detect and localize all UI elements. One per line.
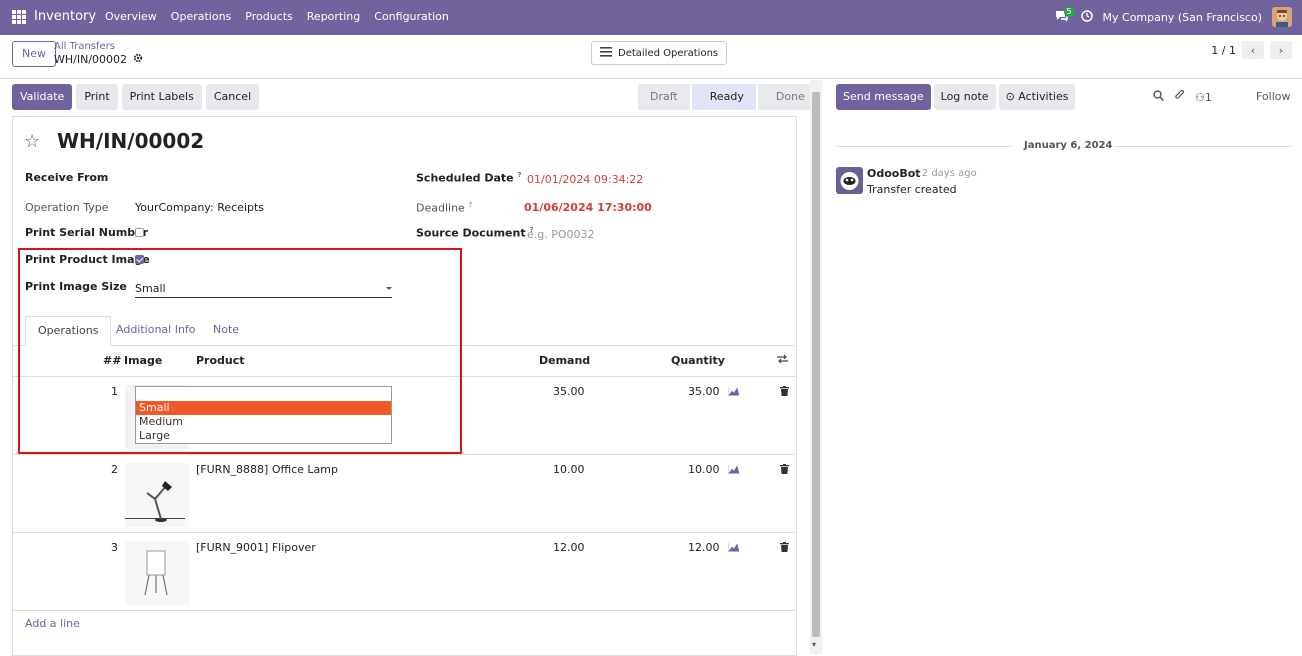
statusbar: Draft Ready Done xyxy=(638,84,819,110)
operation-type-value[interactable]: YourCompany: Receipts xyxy=(135,201,264,214)
status-draft[interactable]: Draft xyxy=(638,84,690,110)
top-navbar: Inventory Overview Operations Products R… xyxy=(0,0,1302,35)
row-quantity[interactable]: 12.00 xyxy=(688,541,720,554)
pager-previous-icon[interactable]: ‹ xyxy=(1242,41,1264,59)
forecast-chart-icon[interactable] xyxy=(727,386,740,399)
menu-configuration[interactable]: Configuration xyxy=(374,10,449,23)
message-author[interactable]: OdooBot xyxy=(867,167,921,180)
chat-badge: 5 xyxy=(1063,7,1075,17)
follow-button[interactable]: Follow xyxy=(1256,90,1291,103)
form-scrollbar[interactable]: ▾ xyxy=(810,80,822,654)
highlight-box xyxy=(18,248,462,454)
source-document-input[interactable]: e.g. PO0032 xyxy=(527,228,595,241)
row-number: 2 xyxy=(111,463,118,476)
clock-icon: ⊙ xyxy=(1005,90,1015,103)
trash-icon[interactable] xyxy=(780,464,789,477)
table-row[interactable]: 2 [FURN_8888] Office Lamp 10.00 10.00 xyxy=(12,455,797,533)
new-button[interactable]: New xyxy=(12,41,56,67)
pager-value[interactable]: 1 / 1 xyxy=(1211,44,1236,57)
breadcrumb-current: WH/IN/00002 xyxy=(54,53,128,66)
record-title: WH/IN/00002 xyxy=(57,129,205,153)
menu-operations[interactable]: Operations xyxy=(171,10,231,23)
menu-reporting[interactable]: Reporting xyxy=(307,10,360,23)
company-switcher[interactable]: My Company (San Francisco) xyxy=(1103,11,1262,24)
trash-icon[interactable] xyxy=(780,386,789,399)
scroll-down-icon[interactable]: ▾ xyxy=(812,640,816,649)
validate-button[interactable]: Validate xyxy=(12,84,73,110)
row-product[interactable]: [FURN_9001] Flipover xyxy=(196,541,316,554)
row-quantity[interactable]: 10.00 xyxy=(688,463,720,476)
status-done[interactable]: Done xyxy=(757,84,817,110)
forecast-chart-icon[interactable] xyxy=(727,542,740,555)
cancel-button[interactable]: Cancel xyxy=(205,84,260,110)
forecast-chart-icon[interactable] xyxy=(727,464,740,477)
trash-icon[interactable] xyxy=(780,542,789,555)
chat-icon[interactable]: 5 xyxy=(1055,7,1075,24)
send-message-button[interactable]: Send message xyxy=(836,84,931,110)
list-icon xyxy=(600,46,612,60)
paperclip-icon[interactable] xyxy=(1174,90,1185,104)
row-product[interactable]: [FURN_8888] Office Lamp xyxy=(196,463,338,476)
message-time: - 2 days ago xyxy=(915,168,977,179)
product-image xyxy=(125,541,189,605)
row-demand: 12.00 xyxy=(553,541,585,554)
menu-overview[interactable]: Overview xyxy=(105,10,157,23)
print-labels-button[interactable]: Print Labels xyxy=(121,84,202,110)
col-quantity[interactable]: Quantity xyxy=(671,354,725,367)
row-demand: 10.00 xyxy=(553,463,585,476)
date-separator: January 6, 2024 xyxy=(836,140,1292,152)
message-body: Transfer created xyxy=(867,183,957,196)
odoobot-avatar[interactable] xyxy=(836,167,863,194)
apps-grid-icon[interactable] xyxy=(12,10,26,24)
print-serial-label: Print Serial Number xyxy=(25,226,149,239)
gear-icon[interactable] xyxy=(133,53,143,66)
deadline-value: 01/06/2024 17:30:00 xyxy=(524,201,652,214)
date-separator-label: January 6, 2024 xyxy=(1024,140,1113,151)
pager-next-icon[interactable]: › xyxy=(1270,41,1292,59)
user-avatar[interactable] xyxy=(1272,7,1292,27)
scheduled-date-value[interactable]: 01/01/2024 09:34:22 xyxy=(527,173,643,186)
source-document-label: Source Document ? xyxy=(416,226,534,240)
product-image xyxy=(125,463,189,527)
followers-button[interactable]: ⚇1 xyxy=(1195,91,1212,104)
user-icon: ⚇ xyxy=(1195,90,1205,104)
help-icon: ? xyxy=(517,171,522,179)
column-settings-icon[interactable] xyxy=(777,354,788,367)
row-number: 3 xyxy=(111,541,118,554)
print-serial-checkbox[interactable] xyxy=(135,228,144,237)
detailed-operations-button[interactable]: Detailed Operations xyxy=(591,41,728,65)
detailed-operations-label: Detailed Operations xyxy=(618,47,719,59)
row-demand: 35.00 xyxy=(553,385,585,398)
deadline-label: Deadline ? xyxy=(416,201,473,215)
activities-button[interactable]: ⊙ Activities xyxy=(998,84,1076,110)
control-panel: New All Transfers WH/IN/00002 Detailed O… xyxy=(0,35,1302,79)
print-button[interactable]: Print xyxy=(76,84,118,110)
scheduled-date-label: Scheduled Date ? xyxy=(416,171,522,185)
add-line-link[interactable]: Add a line xyxy=(25,617,80,630)
star-icon[interactable]: ☆ xyxy=(24,131,40,152)
app-name[interactable]: Inventory xyxy=(34,9,96,24)
table-row[interactable]: 3 [FURN_9001] Flipover 12.00 12.00 xyxy=(12,533,797,611)
search-icon[interactable] xyxy=(1153,90,1165,104)
col-demand[interactable]: Demand xyxy=(539,354,590,367)
status-ready[interactable]: Ready xyxy=(691,84,756,110)
clock-icon[interactable] xyxy=(1080,9,1093,25)
breadcrumb-all-transfers[interactable]: All Transfers xyxy=(54,41,115,52)
operation-type-label: Operation Type xyxy=(25,201,109,214)
receive-from-label: Receive From xyxy=(25,171,109,184)
menu-products[interactable]: Products xyxy=(245,10,293,23)
scrollbar-thumb[interactable] xyxy=(812,92,820,637)
log-note-button[interactable]: Log note xyxy=(933,84,996,110)
help-icon: ? xyxy=(468,201,473,209)
row-quantity[interactable]: 35.00 xyxy=(688,385,720,398)
